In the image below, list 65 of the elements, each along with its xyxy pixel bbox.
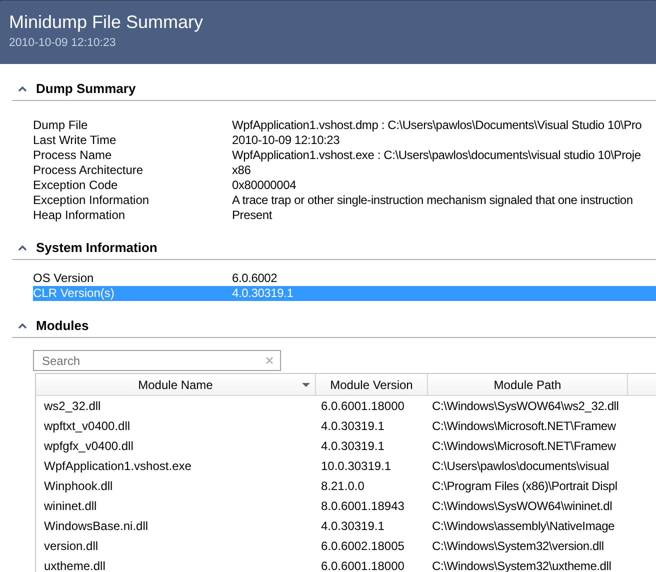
property-row[interactable]: Process Architecture x86 <box>33 163 656 178</box>
table-cell-text: wpftxt_v0400.dll <box>43 419 132 433</box>
table-cell-text: 6.0.6001.18000 <box>320 399 406 413</box>
property-value: 6.0.6002 <box>232 271 278 286</box>
table-cell-text: 10.0.30319.1 <box>320 459 392 473</box>
collapse-caret-icon[interactable] <box>18 244 27 250</box>
table-cell-text: WpfApplication1.vshost.exe <box>43 459 192 473</box>
property-value: x86 <box>232 163 251 178</box>
property-label: CLR Version(s) <box>33 286 116 301</box>
table-cell-text: 8.21.0.0 <box>320 479 366 493</box>
property-row[interactable]: OS Version 6.0.6002 <box>33 271 656 286</box>
property-row[interactable]: Dump File WpfApplication1.vshost.dmp : C:\Users\pawlos\Documents\Visual Studio 10\Pro <box>33 118 656 133</box>
property-label: Dump File <box>33 118 89 133</box>
sort-arrow-icon <box>302 383 310 387</box>
property-value: 0x80000004 <box>232 178 296 193</box>
property-row[interactable]: Exception Code 0x80000004 <box>33 178 656 193</box>
property-row[interactable]: Process Name WpfApplication1.vshost.exe : C:\Users\pawlos\documents\visual studio 10\Proje <box>33 148 656 163</box>
property-value: 2010-10-09 12:10:23 <box>232 133 340 148</box>
table-cell-text: WindowsBase.ni.dll <box>43 519 150 533</box>
collapse-caret-icon[interactable] <box>18 86 27 92</box>
property-label: Exception Information <box>33 193 150 208</box>
table-cell-text: Winphook.dll <box>43 479 114 493</box>
property-label: Process Name <box>33 148 113 163</box>
property-value: WpfApplication1.vshost.exe : C:\Users\pawlos\documents\visual studio 10\Proje <box>232 148 641 163</box>
page-timestamp: 2010-10-09 12:10:23 <box>9 37 117 49</box>
table-cell-text: 6.0.6001.18000 <box>320 559 406 572</box>
table-cell-text: 4.0.30319.1 <box>320 519 386 533</box>
table-cell-text: C:\Windows\SysWOW64\ws2_32.dll <box>431 399 620 413</box>
section-title: System Information <box>36 240 158 255</box>
table-cell-text: C:\Windows\Microsoft.NET\Framew <box>431 439 617 453</box>
property-label: Exception Code <box>33 178 119 193</box>
property-value: 4.0.30319.1 <box>232 286 294 301</box>
table-cell-text: 4.0.30319.1 <box>320 439 386 453</box>
property-label: Last Write Time <box>33 133 118 148</box>
table-cell-text: C:\Users\pawlos\documents\visual <box>431 459 610 473</box>
table-cell-text: 4.0.30319.1 <box>320 419 386 433</box>
table-cell-text: C:\Program Files (x86)\Portrait Displ <box>431 479 618 493</box>
property-row[interactable]: Last Write Time 2010-10-09 12:10:23 <box>33 133 656 148</box>
table-cell-text: C:\Windows\SysWOW64\wininet.dl <box>431 499 614 513</box>
column-header[interactable]: Module Name <box>36 374 316 395</box>
table-cell-text: uxtheme.dll <box>43 559 106 572</box>
column-header[interactable]: Module Version <box>316 374 428 395</box>
column-header[interactable]: Module Path <box>428 374 628 395</box>
property-row[interactable]: Heap Information Present <box>33 208 656 223</box>
table-cell-text: wpfgfx_v0400.dll <box>43 439 134 453</box>
table-cell-text: 6.0.6002.18005 <box>320 539 406 553</box>
table-cell-text: version.dll <box>43 539 100 553</box>
section-title: Modules <box>36 318 89 333</box>
property-value: Present <box>232 208 272 223</box>
property-value: WpfApplication1.vshost.dmp : C:\Users\pawlos\Documents\Visual Studio 10\Pro <box>232 118 642 133</box>
table-cell-text: wininet.dll <box>43 499 98 513</box>
property-value: A trace trap or other single-instruction mechanism signaled that one instruction <box>232 193 633 208</box>
table-cell-text: ws2_32.dll <box>43 399 102 413</box>
page-title: Minidump File Summary <box>9 11 204 34</box>
table-cell-text: C:\Windows\Microsoft.NET\Framew <box>431 419 617 433</box>
search-field[interactable]: Search <box>33 350 281 371</box>
property-label: OS Version <box>33 271 95 286</box>
table-cell-text: 8.0.6001.18943 <box>320 499 406 513</box>
property-label: Heap Information <box>33 208 126 223</box>
section-title: Dump Summary <box>36 81 136 96</box>
property-label: Process Architecture <box>33 163 144 178</box>
property-row[interactable]: Exception Information A trace trap or other single-instruction mechanism signaled that one instruction <box>33 193 656 208</box>
table-cell-text: C:\Windows\System32\version.dll <box>431 539 605 553</box>
collapse-caret-icon[interactable] <box>18 322 27 328</box>
table-cell-text: C:\Windows\assembly\NativeImage <box>431 519 616 533</box>
